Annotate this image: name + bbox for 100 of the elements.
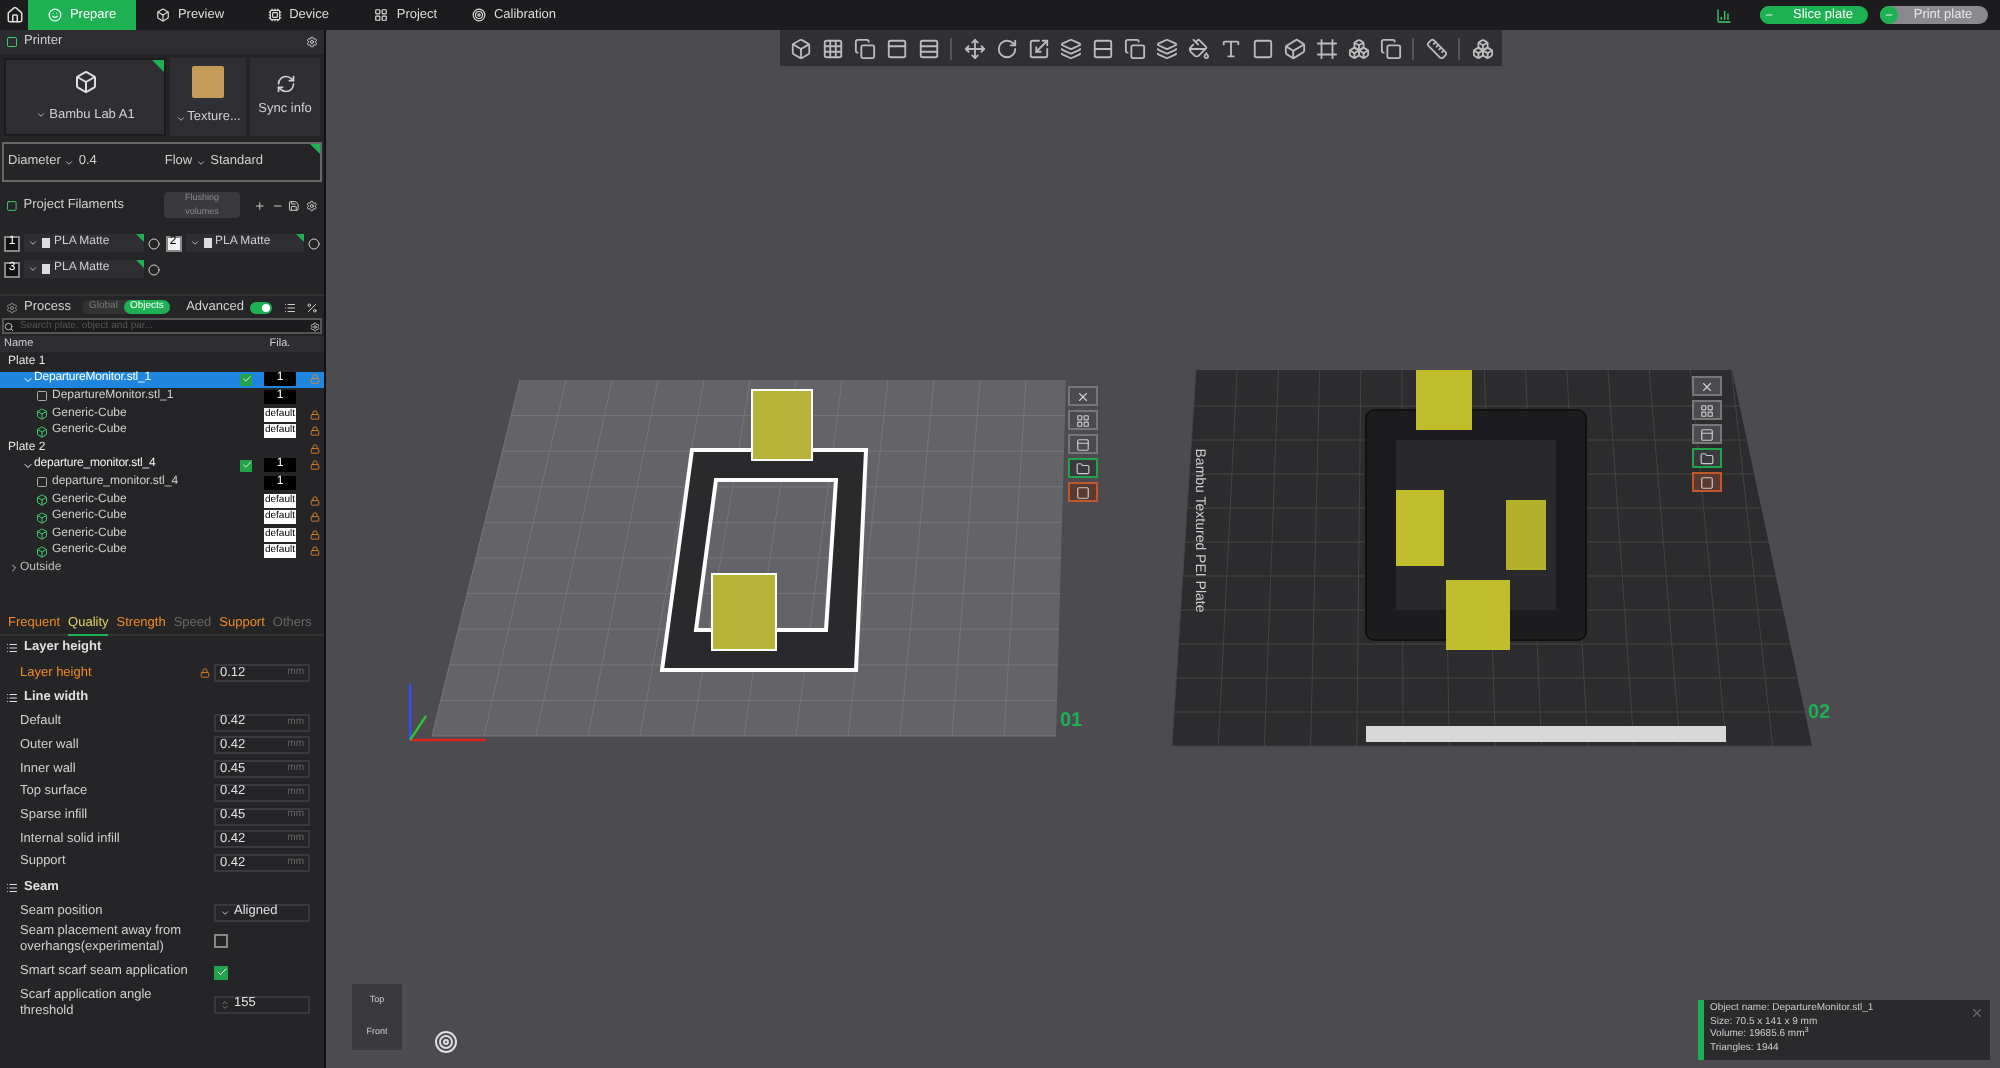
tool-button[interactable] — [818, 34, 846, 62]
caret-icon — [196, 157, 207, 167]
save-icon[interactable] — [288, 199, 301, 211]
boxes-icon — [1347, 37, 1369, 59]
tool-button[interactable] — [1152, 34, 1180, 62]
plate-tool-button[interactable] — [1692, 424, 1722, 444]
plate-tool-button[interactable] — [1068, 458, 1098, 478]
plate-tool-button[interactable] — [1692, 448, 1722, 468]
plate-number: 01 — [1060, 708, 1083, 736]
remove-icon[interactable] — [308, 237, 320, 249]
lock-icon[interactable] — [309, 460, 319, 471]
panel-icon — [885, 37, 907, 59]
percent-icon[interactable] — [306, 301, 318, 313]
tool-button[interactable] — [1376, 34, 1404, 62]
lock-icon[interactable] — [309, 512, 319, 523]
collapse-icon[interactable] — [8, 562, 20, 575]
copy-icon — [1123, 37, 1145, 59]
tool-button[interactable] — [1024, 34, 1052, 62]
tool-button[interactable] — [1312, 34, 1340, 62]
remove-icon[interactable] — [147, 237, 159, 249]
plate-tool-button[interactable] — [1068, 482, 1098, 502]
lock-icon[interactable] — [309, 409, 319, 420]
grid-icon — [1700, 403, 1714, 417]
target-icon[interactable] — [434, 1030, 458, 1054]
settings-icon[interactable] — [306, 36, 318, 48]
lock-icon[interactable] — [309, 443, 319, 454]
part-icon — [36, 476, 48, 489]
caret-icon — [220, 907, 230, 918]
cube-icon — [789, 37, 811, 59]
chart-icon[interactable] — [1716, 7, 1732, 23]
check-icon — [241, 374, 251, 385]
tool-button[interactable] — [1088, 34, 1116, 62]
lock-icon[interactable] — [309, 529, 319, 540]
lock-icon[interactable] — [200, 668, 210, 679]
panel-icon — [1076, 437, 1090, 451]
face-icon — [47, 8, 62, 22]
tool-button[interactable] — [1248, 34, 1276, 62]
tool-button[interactable] — [1184, 34, 1212, 62]
close-icon[interactable] — [1970, 1006, 1984, 1020]
modifier-icon — [36, 494, 48, 507]
modifier-icon — [36, 408, 48, 421]
check-icon — [241, 460, 251, 471]
plate-tool-button[interactable] — [1692, 472, 1722, 492]
remove-icon[interactable] — [271, 199, 283, 211]
plate-tool-button[interactable] — [1068, 434, 1098, 454]
tool-button[interactable] — [786, 34, 814, 62]
tool-button[interactable] — [1120, 34, 1148, 62]
checkbox[interactable] — [214, 933, 228, 948]
settings-icon[interactable] — [306, 199, 319, 211]
copy-icon — [1379, 37, 1401, 59]
settings-icon[interactable] — [310, 321, 320, 331]
list-icon[interactable] — [284, 301, 296, 313]
move-icon — [963, 37, 985, 59]
tool-button[interactable] — [1344, 34, 1372, 62]
close-icon — [1076, 389, 1090, 403]
remove-icon[interactable] — [147, 263, 159, 275]
spool-icon — [203, 238, 211, 248]
box-icon — [155, 8, 170, 22]
visible-checkbox[interactable] — [240, 373, 252, 386]
tool-button[interactable] — [1468, 34, 1496, 62]
cuboid-icon — [1283, 37, 1305, 59]
boxes-icon — [1471, 37, 1493, 59]
minus-icon[interactable] — [1760, 6, 1778, 24]
refresh-icon — [275, 74, 295, 95]
tool-button[interactable] — [992, 34, 1020, 62]
caret-icon — [28, 238, 38, 248]
tool-button[interactable] — [850, 34, 878, 62]
square-icon — [1251, 37, 1273, 59]
tool-button[interactable] — [1056, 34, 1084, 62]
rotate-icon — [995, 37, 1017, 59]
part-icon — [36, 390, 48, 403]
add-icon[interactable] — [253, 199, 266, 211]
tool-button[interactable] — [1280, 34, 1308, 62]
tool-button[interactable] — [960, 34, 988, 62]
plate-tool-button[interactable] — [1692, 400, 1722, 420]
folder-icon — [1700, 451, 1714, 465]
advanced-switch[interactable] — [250, 301, 272, 313]
caret-icon — [64, 157, 75, 167]
minus-icon[interactable] — [1880, 6, 1898, 24]
expand-icon[interactable] — [22, 459, 34, 472]
lock-icon[interactable] — [309, 495, 319, 506]
layers-icon — [1059, 37, 1081, 59]
close-icon — [1700, 379, 1714, 393]
lock-icon[interactable] — [309, 426, 319, 437]
lock-icon[interactable] — [309, 546, 319, 557]
ruler-icon — [1425, 37, 1447, 59]
checkbox[interactable] — [214, 965, 228, 980]
visible-checkbox[interactable] — [240, 459, 252, 472]
modifier-icon — [36, 511, 48, 524]
tool-button[interactable] — [1422, 34, 1450, 62]
scale-icon — [1027, 37, 1049, 59]
plate-tool-button[interactable] — [1692, 376, 1722, 396]
tool-button[interactable] — [914, 34, 942, 62]
plate-tool-button[interactable] — [1068, 386, 1098, 406]
square-icon — [1076, 485, 1090, 499]
corner-flag-icon — [135, 260, 143, 268]
grid-icon — [821, 37, 843, 59]
plate-tool-button[interactable] — [1068, 410, 1098, 430]
axis-drawing — [408, 684, 486, 742]
tool-button[interactable] — [882, 34, 910, 62]
